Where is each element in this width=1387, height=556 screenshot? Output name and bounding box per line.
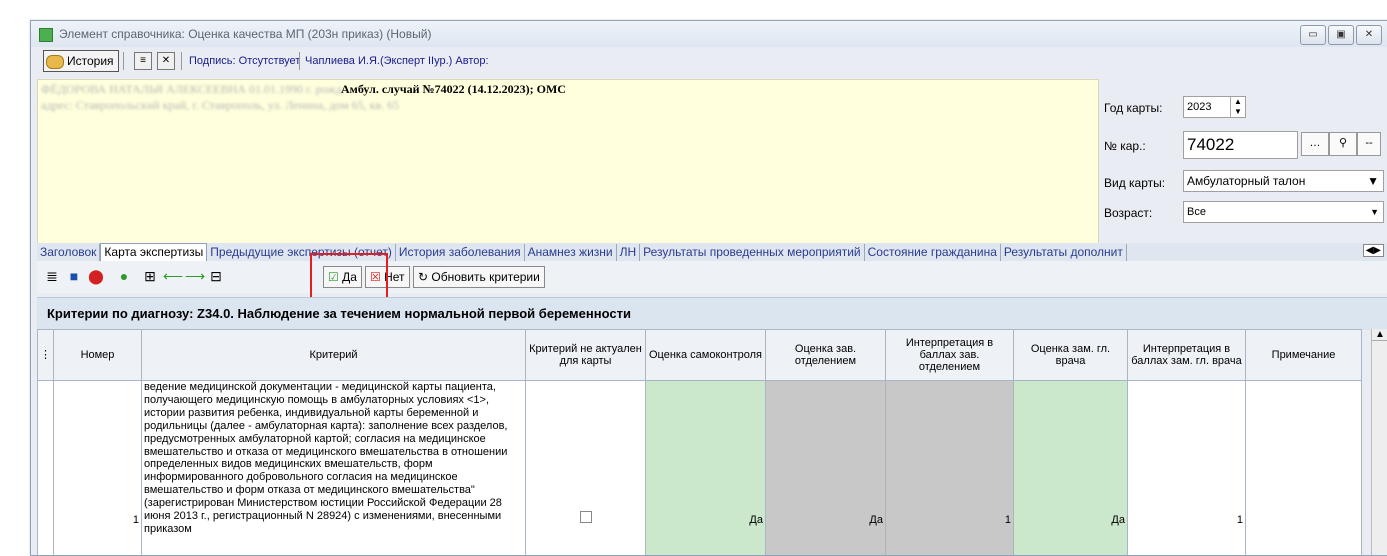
- head-rating-cell[interactable]: Да: [766, 381, 886, 556]
- tab-scroll-arrows-icon[interactable]: ◀▶: [1363, 244, 1384, 257]
- vertical-scrollbar[interactable]: ▲: [1371, 329, 1387, 555]
- stop-icon[interactable]: ⬤: [87, 267, 105, 285]
- save-icon[interactable]: ■: [65, 267, 83, 285]
- chevron-down-icon: ▼: [1367, 171, 1379, 191]
- col-note[interactable]: Примечание: [1246, 330, 1362, 381]
- card-number-field[interactable]: 74022: [1183, 131, 1298, 159]
- search-icon[interactable]: ⚲: [1329, 132, 1357, 156]
- col-criterion[interactable]: Критерий: [142, 330, 526, 381]
- tab-ln[interactable]: ЛН: [617, 244, 641, 261]
- arrow-right-icon[interactable]: ⟶: [185, 267, 203, 285]
- chevron-down-icon: ▼: [1370, 202, 1379, 222]
- col-head-rating[interactable]: Оценка зав. отделением: [766, 330, 886, 381]
- criteria-header: Критерии по диагнозу: Z34.0. Наблюдение …: [37, 297, 1387, 330]
- sign-icon[interactable]: ≡: [134, 52, 152, 70]
- refresh-criteria-button[interactable]: ↻ Обновить критерии: [413, 266, 545, 288]
- head-points-cell: 1: [886, 381, 1014, 556]
- self-control-cell[interactable]: Да: [646, 381, 766, 556]
- minimize-button[interactable]: ▭: [1300, 25, 1326, 45]
- history-icon: [46, 55, 64, 69]
- year-field[interactable]: 2023 ▲▼: [1183, 96, 1246, 118]
- expertise-toolbar: ≣ ■ ⬤ ● ⊞ ⟵ ⟶ ⊟ ☑ Да ☒ Нет ↻ Обновить кр…: [37, 261, 1387, 293]
- tab-additional-results[interactable]: Результаты дополнит: [1001, 244, 1127, 261]
- close-button[interactable]: ✕: [1356, 25, 1382, 45]
- window-title: Элемент справочника: Оценка качества МП …: [59, 27, 431, 41]
- expert-author: Чаплиева И.Я.(Эксперт IIур.) Автор:: [305, 55, 489, 67]
- refresh-label: Обновить критерии: [431, 270, 539, 284]
- deputy-rating-cell[interactable]: Да: [1014, 381, 1128, 556]
- top-toolbar: История ≡ ✕ Подпись: Отсутствует Чаплиев…: [31, 48, 1387, 74]
- tab-results[interactable]: Результаты проведенных мероприятий: [640, 244, 864, 261]
- tab-header[interactable]: Заголовок: [37, 244, 100, 261]
- refresh-circle-icon[interactable]: ●: [115, 267, 133, 285]
- col-deputy-rating[interactable]: Оценка зам. гл. врача: [1014, 330, 1128, 381]
- expand-icon[interactable]: ⊞: [141, 267, 159, 285]
- tab-citizen-state[interactable]: Состояние гражданина: [865, 244, 1001, 261]
- patient-info-panel: ФЁДОРОВА НАТАЛЬЯ АЛЕКСЕЕВНА 01.01.1990 г…: [37, 79, 1099, 253]
- row-criterion: ведение медицинской документации - медиц…: [142, 381, 526, 556]
- main-window: Элемент справочника: Оценка качества МП …: [30, 20, 1387, 556]
- tab-bar: ЗаголовокКарта экспертизыПредыдущие эксп…: [37, 243, 1387, 262]
- not-relevant-cell[interactable]: [526, 381, 646, 556]
- history-button[interactable]: История: [43, 50, 119, 72]
- year-spinner-icon[interactable]: ▲▼: [1230, 97, 1245, 117]
- table-row[interactable]: 1 ведение медицинской документации - мед…: [38, 381, 1362, 556]
- col-number[interactable]: Номер: [54, 330, 142, 381]
- history-label: История: [67, 54, 114, 68]
- not-relevant-checkbox[interactable]: [580, 511, 592, 523]
- unsign-icon[interactable]: ✕: [157, 52, 175, 70]
- select-card-button[interactable]: …: [1301, 132, 1329, 156]
- note-cell[interactable]: [1246, 381, 1362, 556]
- age-value: Все: [1187, 206, 1206, 218]
- tab-expertise-card[interactable]: Карта экспертизы: [100, 243, 207, 262]
- patient-name-blurred: ФЁДОРОВА НАТАЛЬЯ АЛЕКСЕЕВНА 01.01.1990 г…: [41, 82, 345, 97]
- maximize-button[interactable]: ▣: [1328, 25, 1354, 45]
- card-type-value: Амбулаторный талон: [1187, 174, 1305, 188]
- row-selector-header[interactable]: ⋮: [38, 330, 54, 381]
- col-head-points[interactable]: Интерпретация в баллах зав. отделением: [886, 330, 1014, 381]
- title-bar: Элемент справочника: Оценка качества МП …: [31, 21, 1387, 47]
- age-label: Возраст:: [1104, 206, 1152, 220]
- deputy-points-cell: 1: [1128, 381, 1246, 556]
- separator: [181, 52, 182, 70]
- table-header-row: ⋮ Номер Критерий Критерий не актуален дл…: [38, 330, 1362, 381]
- collapse-icon[interactable]: ⊟: [207, 267, 225, 285]
- card-type-label: Вид карты:: [1104, 176, 1165, 190]
- tab-life-anamnesis[interactable]: Анамнез жизни: [525, 244, 617, 261]
- col-not-relevant[interactable]: Критерий не актуален для карты: [526, 330, 646, 381]
- year-label: Год карты:: [1104, 101, 1163, 115]
- patient-address-blurred: адрес: Ставропольский край, г. Ставропол…: [41, 98, 399, 113]
- row-number: 1: [54, 381, 142, 556]
- clear-card-button[interactable]: --: [1357, 132, 1381, 156]
- criteria-table: ⋮ Номер Критерий Критерий не актуален дл…: [37, 329, 1362, 556]
- row-selector[interactable]: [38, 381, 54, 556]
- separator: [123, 52, 124, 70]
- card-number-label: № кар.:: [1104, 139, 1146, 153]
- case-info: Амбул. случай №74022 (14.12.2023); ОМС: [341, 82, 566, 97]
- document-icon: [39, 28, 53, 42]
- arrow-left-icon[interactable]: ⟵: [163, 267, 181, 285]
- tab-disease-history[interactable]: История заболевания: [396, 244, 525, 261]
- card-type-select[interactable]: Амбулаторный талон ▼: [1183, 170, 1384, 192]
- criteria-title: Критерии по диагнозу: Z34.0. Наблюдение …: [47, 306, 631, 321]
- signature-status: Подпись: Отсутствует: [189, 55, 300, 67]
- year-value: 2023: [1187, 101, 1211, 113]
- scroll-up-icon[interactable]: ▲: [1372, 329, 1387, 341]
- age-select[interactable]: Все ▼: [1183, 201, 1384, 223]
- col-self-control[interactable]: Оценка самоконтроля: [646, 330, 766, 381]
- separator: [299, 52, 300, 70]
- list-icon[interactable]: ≣: [43, 267, 61, 285]
- col-deputy-points[interactable]: Интерпретация в баллах зам. гл. врача: [1128, 330, 1246, 381]
- refresh-icon: ↻: [418, 270, 428, 284]
